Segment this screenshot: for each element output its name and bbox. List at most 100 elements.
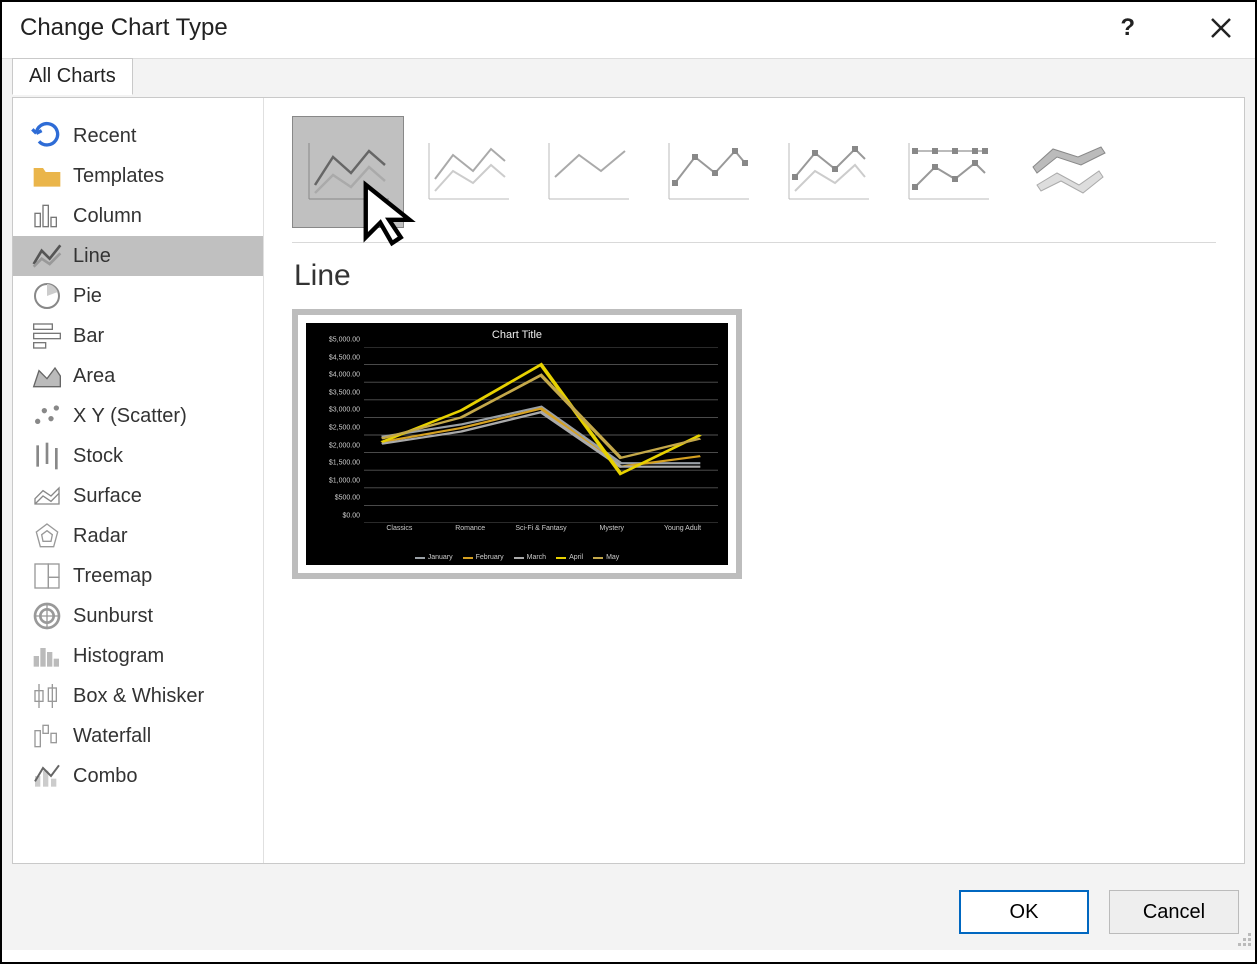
subtype-stacked-line[interactable] <box>412 116 524 228</box>
sidebar-item-bar[interactable]: Bar <box>13 316 263 356</box>
legend-swatch <box>556 557 566 559</box>
chart-y-ticks: $0.00$500.00$1,000.00$1,500.00$2,000.00$… <box>310 347 362 523</box>
pie-chart-icon <box>31 280 63 312</box>
area-chart-icon <box>31 360 63 392</box>
close-icon <box>1210 17 1232 39</box>
chart-preview-title: Chart Title <box>306 329 728 341</box>
y-tick-label: $0.00 <box>342 513 360 520</box>
chart-legend: January February March April May <box>306 554 728 561</box>
sidebar-item-line[interactable]: Line <box>13 236 263 276</box>
legend-item: May <box>593 554 619 561</box>
y-tick-label: $500.00 <box>335 495 360 502</box>
radar-chart-icon <box>31 520 63 552</box>
tab-all-charts[interactable]: All Charts <box>12 58 133 95</box>
subtype-100-stacked-line[interactable] <box>532 116 644 228</box>
sidebar-item-scatter[interactable]: X Y (Scatter) <box>13 396 263 436</box>
sidebar-item-radar[interactable]: Radar <box>13 516 263 556</box>
subtype-heading: Line <box>294 259 1216 293</box>
sidebar-item-label: Box & Whisker <box>73 685 204 708</box>
sidebar-item-label: Waterfall <box>73 725 151 748</box>
subtype-line[interactable] <box>292 116 404 228</box>
chart-preview-inner: Chart Title $0.00$500.00$1,000.00$1,500.… <box>306 323 728 565</box>
resize-grip[interactable] <box>1235 930 1251 946</box>
legend-label: April <box>569 554 583 561</box>
scatter-chart-icon <box>31 400 63 432</box>
sidebar-item-treemap[interactable]: Treemap <box>13 556 263 596</box>
legend-label: March <box>527 554 546 561</box>
close-button[interactable] <box>1205 12 1237 44</box>
subtype-line-markers[interactable] <box>652 116 764 228</box>
ok-button[interactable]: OK <box>959 890 1089 934</box>
dialog-title: Change Chart Type <box>20 14 1120 42</box>
y-tick-label: $4,500.00 <box>329 354 360 361</box>
y-tick-label: $4,000.00 <box>329 372 360 379</box>
legend-item: January <box>415 554 453 561</box>
chart-subtype-row <box>292 116 1216 243</box>
chart-preview[interactable]: Chart Title $0.00$500.00$1,000.00$1,500.… <box>292 309 742 579</box>
sidebar-item-box-whisker[interactable]: Box & Whisker <box>13 676 263 716</box>
surface-chart-icon <box>31 480 63 512</box>
recent-icon <box>31 120 63 152</box>
sidebar-item-label: Line <box>73 245 111 268</box>
dialog-body: All Charts Recent Templates Column <box>2 58 1255 950</box>
subtype-100-stacked-line-markers[interactable] <box>892 116 1004 228</box>
sidebar-item-combo[interactable]: Combo <box>13 756 263 796</box>
legend-label: January <box>428 554 453 561</box>
sidebar-item-column[interactable]: Column <box>13 196 263 236</box>
x-tick-label: Sci-Fi & Fantasy <box>506 525 577 537</box>
subtype-stacked-line-markers[interactable] <box>772 116 884 228</box>
legend-swatch <box>463 557 473 559</box>
sidebar-item-label: Recent <box>73 125 136 148</box>
x-tick-label: Classics <box>364 525 435 537</box>
sidebar-item-label: Treemap <box>73 565 152 588</box>
column-chart-icon <box>31 200 63 232</box>
sidebar-item-label: Stock <box>73 445 123 468</box>
tab-panel: Recent Templates Column Line <box>12 97 1245 864</box>
sidebar-item-label: Surface <box>73 485 142 508</box>
x-tick-label: Mystery <box>576 525 647 537</box>
sidebar-item-label: Combo <box>73 765 137 788</box>
legend-label: May <box>606 554 619 561</box>
combo-chart-icon <box>31 760 63 792</box>
y-tick-label: $3,500.00 <box>329 389 360 396</box>
legend-item: April <box>556 554 583 561</box>
chart-plot-area <box>364 347 718 523</box>
legend-label: February <box>476 554 504 561</box>
legend-swatch <box>514 557 524 559</box>
titlebar: Change Chart Type ? <box>2 2 1255 58</box>
sidebar-item-stock[interactable]: Stock <box>13 436 263 476</box>
sidebar-item-label: Area <box>73 365 115 388</box>
legend-item: March <box>514 554 546 561</box>
y-tick-label: $1,500.00 <box>329 460 360 467</box>
sidebar-item-sunburst[interactable]: Sunburst <box>13 596 263 636</box>
box-whisker-chart-icon <box>31 680 63 712</box>
sidebar-item-label: Histogram <box>73 645 164 668</box>
subtype-3d-line[interactable] <box>1012 116 1124 228</box>
sidebar-item-label: Bar <box>73 325 104 348</box>
sidebar-item-waterfall[interactable]: Waterfall <box>13 716 263 756</box>
bar-chart-icon <box>31 320 63 352</box>
sidebar-item-area[interactable]: Area <box>13 356 263 396</box>
cancel-button[interactable]: Cancel <box>1109 890 1239 934</box>
dialog-buttons: OK Cancel <box>959 890 1239 934</box>
sidebar-item-histogram[interactable]: Histogram <box>13 636 263 676</box>
sunburst-chart-icon <box>31 600 63 632</box>
main-panel: Line Chart Title $0.00$500.00$1,000.00$1… <box>263 98 1244 863</box>
y-tick-label: $5,000.00 <box>329 337 360 344</box>
sidebar-item-templates[interactable]: Templates <box>13 156 263 196</box>
legend-swatch <box>593 557 603 559</box>
chart-category-sidebar: Recent Templates Column Line <box>13 98 263 863</box>
sidebar-item-surface[interactable]: Surface <box>13 476 263 516</box>
legend-item: February <box>463 554 504 561</box>
help-button[interactable]: ? <box>1120 14 1135 42</box>
stock-chart-icon <box>31 440 63 472</box>
x-tick-label: Romance <box>435 525 506 537</box>
sidebar-item-pie[interactable]: Pie <box>13 276 263 316</box>
sidebar-item-label: Radar <box>73 525 127 548</box>
x-tick-label: Young Adult <box>647 525 718 537</box>
waterfall-chart-icon <box>31 720 63 752</box>
sidebar-item-recent[interactable]: Recent <box>13 116 263 156</box>
sidebar-item-label: Templates <box>73 165 164 188</box>
sidebar-item-label: Column <box>73 205 142 228</box>
chart-x-ticks: ClassicsRomanceSci-Fi & FantasyMysteryYo… <box>364 525 718 537</box>
